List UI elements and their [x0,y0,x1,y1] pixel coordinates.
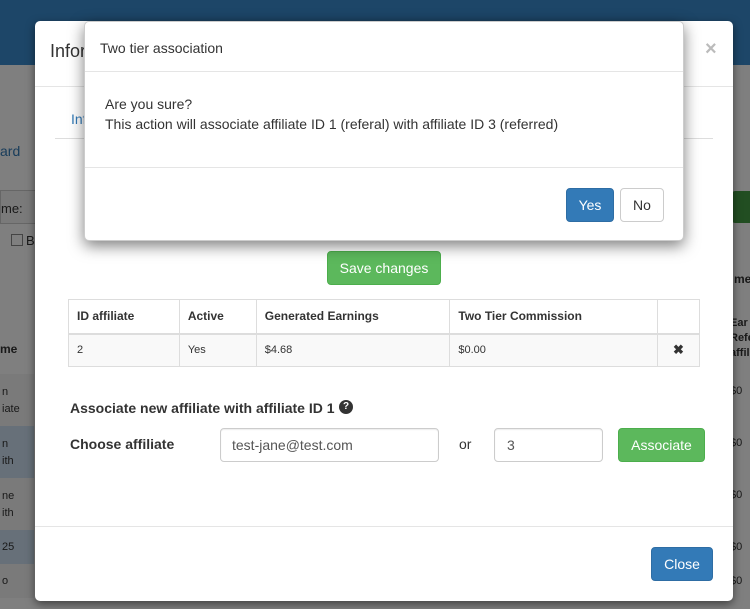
affiliate-email-input[interactable] [220,428,439,462]
choose-affiliate-label: Choose affiliate [70,436,175,452]
confirm-dialog-title: Two tier association [100,40,223,56]
table-row: 2 Yes $4.68 $0.00 ✖ [68,333,700,367]
save-changes-button[interactable]: Save changes [327,251,441,285]
col-header-earnings: Generated Earnings [255,299,451,335]
cell-active: Yes [178,333,257,367]
confirm-dialog: Two tier association Are you sure? This … [84,21,684,241]
modal-title-fragment: Infor [50,41,87,61]
table-header-row: ID affiliate Active Generated Earnings T… [68,299,700,335]
confirm-header-divider [85,71,683,72]
close-button[interactable]: Close [651,547,713,581]
confirm-footer-divider [85,167,683,168]
affiliates-table: ID affiliate Active Generated Earnings T… [68,299,700,367]
no-button[interactable]: No [620,188,664,222]
associate-button[interactable]: Associate [618,428,705,462]
cell-commission: $0.00 [449,333,658,367]
col-header-id: ID affiliate [68,299,180,335]
confirm-message: This action will associate affiliate ID … [105,116,559,132]
yes-button[interactable]: Yes [566,188,614,222]
modal-footer-divider [35,526,733,527]
close-icon[interactable]: × [705,38,717,61]
cell-earnings: $4.68 [255,333,451,367]
confirm-question: Are you sure? [105,96,193,112]
cell-actions: ✖ [657,333,700,367]
associate-section-title: Associate new affiliate with affiliate I… [70,400,335,416]
delete-icon[interactable]: ✖ [666,342,691,358]
cell-id: 2 [68,333,180,367]
col-header-actions [657,299,700,335]
or-label: or [459,436,472,452]
help-icon[interactable]: ? [339,400,353,414]
affiliate-id-input[interactable] [494,428,603,462]
col-header-commission: Two Tier Commission [449,299,658,335]
col-header-active: Active [178,299,257,335]
